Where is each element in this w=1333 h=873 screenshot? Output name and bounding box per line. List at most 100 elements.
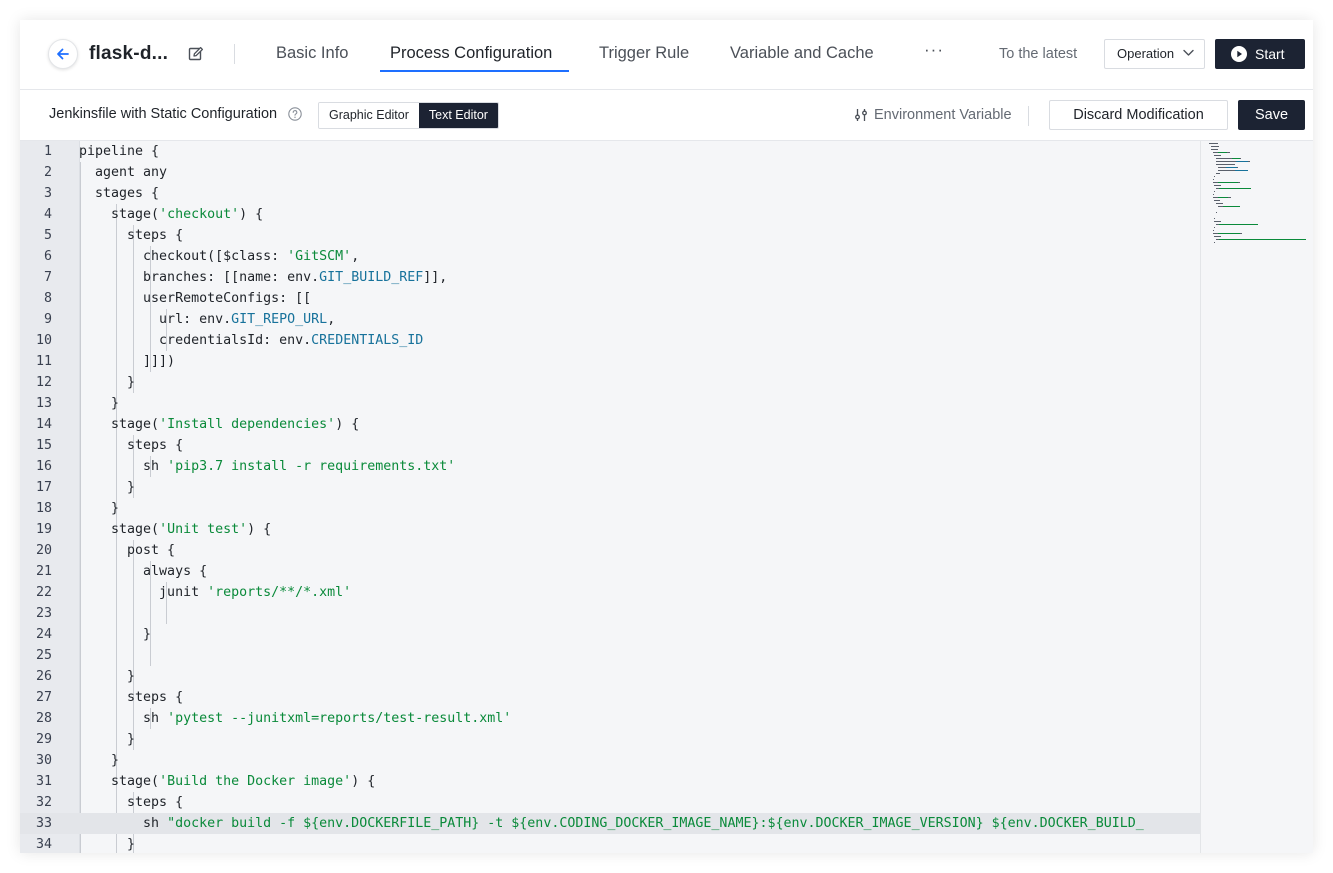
- minimap-line: [1218, 197, 1228, 198]
- variable-token: GIT_BUILD_REF: [319, 270, 424, 285]
- edit-icon[interactable]: [188, 46, 204, 62]
- graphic-editor-option[interactable]: Graphic Editor: [319, 103, 419, 128]
- minimap-line: [1214, 242, 1216, 243]
- code-text: steps {: [79, 435, 183, 456]
- to-latest-link[interactable]: To the latest: [999, 46, 1077, 62]
- code-line[interactable]: 20 post {: [20, 540, 1200, 561]
- environment-variable-label: Environment Variable: [874, 107, 1012, 123]
- variable-token: CREDENTIALS_ID: [311, 333, 424, 348]
- code-editor[interactable]: 1 pipeline { 2 agent any 3 stages {4 stage(…: [20, 141, 1200, 853]
- more-tabs-button[interactable]: ···: [924, 40, 944, 60]
- code-line[interactable]: 18 }: [20, 498, 1200, 519]
- code-line[interactable]: 9 url: env.GIT_REPO_URL,: [20, 309, 1200, 330]
- string-token: 'GitSCM': [287, 249, 352, 264]
- code-line[interactable]: 14 stage('Install dependencies') {: [20, 414, 1200, 435]
- environment-variable-button[interactable]: Environment Variable: [854, 107, 1012, 123]
- code-text: }: [79, 750, 119, 771]
- line-number: 5: [43, 228, 52, 243]
- code-line[interactable]: 17 }: [20, 477, 1200, 498]
- string-token: 'checkout': [159, 207, 240, 222]
- code-token: }: [79, 396, 120, 411]
- string-token: 'pip3.7 install -r requirements.txt': [167, 459, 456, 474]
- code-line[interactable]: 33 sh "docker build -f ${env.DOCKERFILE_…: [20, 813, 1200, 834]
- start-button[interactable]: Start: [1215, 39, 1305, 69]
- code-text: }: [79, 498, 119, 519]
- code-text: post {: [79, 540, 175, 561]
- code-line[interactable]: 23: [20, 603, 1200, 624]
- code-text: steps {: [79, 792, 183, 813]
- minimap-line: [1212, 179, 1214, 180]
- code-line[interactable]: 7 branches: [[name: env.GIT_BUILD_REF]],: [20, 267, 1200, 288]
- tab-variable-and-cache[interactable]: Variable and Cache: [730, 44, 874, 63]
- code-text: checkout([$class: 'GitSCM',: [79, 246, 359, 267]
- code-token: ) {: [239, 207, 264, 222]
- code-line[interactable]: 30 }: [20, 750, 1200, 771]
- minimap-line: [1227, 197, 1231, 198]
- code-line[interactable]: 2 agent any: [20, 162, 1200, 183]
- line-number: 1: [43, 144, 52, 159]
- line-number: 28: [35, 711, 52, 726]
- minimap-line: [1227, 152, 1230, 153]
- minimap-line: [1218, 224, 1258, 225]
- editor-toolbar: Jenkinsfile with Static Configuration Gr…: [20, 91, 1313, 141]
- text-editor-option[interactable]: Text Editor: [418, 103, 498, 128]
- line-number: 9: [43, 312, 52, 327]
- code-token: credentialsId: env.: [79, 333, 312, 348]
- code-line[interactable]: 31 stage('Build the Docker image') {: [20, 771, 1200, 792]
- code-line[interactable]: 3 stages {: [20, 183, 1200, 204]
- help-circle-icon[interactable]: [288, 107, 302, 121]
- code-line[interactable]: 24 }: [20, 624, 1200, 645]
- minimap-line: [1214, 185, 1221, 186]
- tab-basic-info[interactable]: Basic Info: [276, 44, 348, 63]
- code-line[interactable]: 19 stage('Unit test') {: [20, 519, 1200, 540]
- code-token: stage(: [79, 207, 160, 222]
- code-line[interactable]: 13 }: [20, 393, 1200, 414]
- start-label: Start: [1255, 46, 1285, 62]
- code-token: ) {: [351, 774, 376, 789]
- code-line[interactable]: 34 }: [20, 834, 1200, 853]
- line-number: 27: [35, 690, 52, 705]
- line-number: 15: [35, 438, 52, 453]
- code-token: stage(: [79, 417, 160, 432]
- code-line[interactable]: 5 steps {: [20, 225, 1200, 246]
- code-token: steps {: [79, 438, 184, 453]
- save-button[interactable]: Save: [1238, 100, 1305, 130]
- line-number: 31: [35, 774, 52, 789]
- code-token: url: env.: [79, 312, 232, 327]
- minimap-line: [1237, 182, 1241, 183]
- discard-modification-button[interactable]: Discard Modification: [1049, 100, 1228, 130]
- code-line[interactable]: 6 checkout([$class: 'GitSCM',: [20, 246, 1200, 267]
- code-token: }: [79, 501, 120, 516]
- code-line[interactable]: 10 credentialsId: env.CREDENTIALS_ID: [20, 330, 1200, 351]
- tab-trigger-rule[interactable]: Trigger Rule: [599, 44, 689, 63]
- code-line[interactable]: 21 always {: [20, 561, 1200, 582]
- code-line[interactable]: 29 }: [20, 729, 1200, 750]
- arrow-left-icon: [57, 48, 69, 60]
- code-token: pipeline {: [79, 144, 160, 159]
- code-line[interactable]: 11 ]]]): [20, 351, 1200, 372]
- tab-process-configuration[interactable]: Process Configuration: [390, 44, 552, 63]
- back-button[interactable]: [48, 39, 78, 69]
- code-line[interactable]: 28 sh 'pytest --junitxml=reports/test-re…: [20, 708, 1200, 729]
- code-token: post {: [79, 543, 176, 558]
- operation-dropdown[interactable]: Operation: [1104, 39, 1205, 69]
- code-text: stage('Build the Docker image') {: [79, 771, 375, 792]
- code-token: branches: [[name: env.: [79, 270, 320, 285]
- code-line[interactable]: 12 }: [20, 372, 1200, 393]
- code-line[interactable]: 8 userRemoteConfigs: [[: [20, 288, 1200, 309]
- code-line[interactable]: 27 steps {: [20, 687, 1200, 708]
- code-line[interactable]: 25: [20, 645, 1200, 666]
- code-line[interactable]: 16 sh 'pip3.7 install -r requirements.tx…: [20, 456, 1200, 477]
- page-header: flask-d... Basic Info Process Configurat…: [20, 20, 1313, 90]
- code-line[interactable]: 22 junit 'reports/**/*.xml': [20, 582, 1200, 603]
- code-minimap[interactable]: [1200, 141, 1313, 853]
- minimap-line: [1235, 170, 1248, 171]
- code-line[interactable]: 4 stage('checkout') {: [20, 204, 1200, 225]
- line-number: 33: [35, 816, 52, 831]
- code-line[interactable]: 15 steps {: [20, 435, 1200, 456]
- code-line[interactable]: 1 pipeline {: [20, 141, 1200, 162]
- minimap-line: [1214, 218, 1216, 219]
- code-text: url: env.GIT_REPO_URL,: [79, 309, 335, 330]
- code-line[interactable]: 26 }: [20, 666, 1200, 687]
- code-line[interactable]: 32 steps {: [20, 792, 1200, 813]
